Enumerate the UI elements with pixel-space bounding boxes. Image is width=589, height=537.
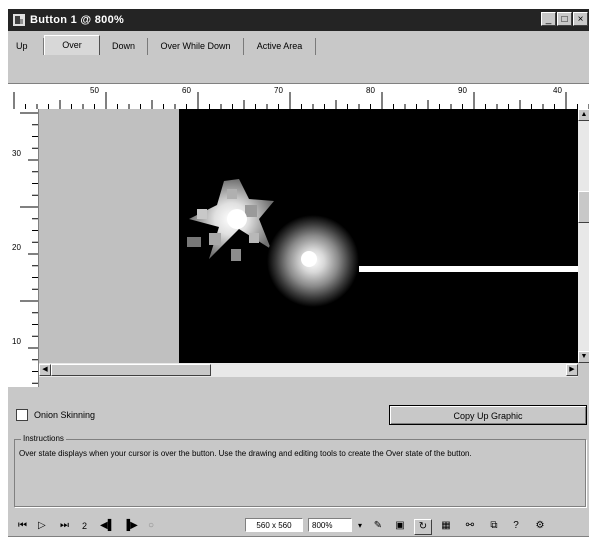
tab-down[interactable]: Down <box>100 38 148 55</box>
tab-over-while-down[interactable]: Over While Down <box>148 38 244 55</box>
ruler-label: 80 <box>366 86 375 95</box>
button-editor-window: Button 1 @ 800% _ □ × Up Over Down Over … <box>7 8 589 537</box>
horizontal-ruler: 50 60 70 80 90 40 <box>8 83 589 111</box>
close-button[interactable]: × <box>573 12 588 26</box>
ruler-label: 10 <box>12 337 21 346</box>
last-frame-icon[interactable]: ⏭ <box>60 519 69 533</box>
vertical-scroll-thumb[interactable] <box>578 191 589 223</box>
scroll-right-arrow-icon[interactable]: ▶ <box>566 364 578 376</box>
zoom-select[interactable]: 800% <box>308 518 352 532</box>
optimize-icon[interactable]: ▦ <box>438 519 454 533</box>
scroll-up-arrow-icon[interactable]: ▲ <box>578 109 589 121</box>
ruler-label: 30 <box>12 149 21 158</box>
instructions-text: Over state displays when your cursor is … <box>19 449 472 458</box>
chevron-down-icon[interactable]: ▾ <box>352 519 368 533</box>
tab-active-area[interactable]: Active Area <box>244 38 316 55</box>
window-controls: _ □ × <box>541 12 588 26</box>
bottom-toolbar: ⏮ ▷ ⏭ 2 ◀▌ ▐▶ ○ 560 x 560 800% ▾ ✎ ▣ ↻ ▦… <box>8 515 589 537</box>
first-frame-icon[interactable]: ⏮ <box>18 519 27 533</box>
title-bar[interactable]: Button 1 @ 800% _ □ × <box>8 9 589 31</box>
instructions-title: Instructions <box>21 434 66 443</box>
help-icon[interactable]: ? <box>508 519 524 533</box>
onion-skinning-option[interactable]: Onion Skinning <box>16 409 95 421</box>
onion-skinning-checkbox[interactable] <box>16 409 28 421</box>
horizontal-scroll-thumb[interactable] <box>51 364 211 376</box>
ruler-label: 90 <box>458 86 467 95</box>
pasteboard[interactable] <box>39 109 179 363</box>
loop-icon[interactable]: ○ <box>148 519 154 533</box>
library-icon[interactable]: ⧉ <box>486 519 502 533</box>
copy-up-graphic-button[interactable]: Copy Up Graphic <box>389 405 587 425</box>
minimize-button[interactable]: _ <box>541 12 556 26</box>
pencil-icon[interactable]: ✎ <box>370 519 386 533</box>
white-bar-shape <box>359 266 578 272</box>
canvas-stage[interactable] <box>179 109 578 363</box>
onion-skinning-label: Onion Skinning <box>34 410 96 420</box>
tab-up[interactable]: Up <box>8 38 44 55</box>
maximize-button[interactable]: □ <box>557 12 572 26</box>
next-frame-icon[interactable]: ▐▶ <box>123 519 138 533</box>
settings-icon[interactable]: ⚙ <box>532 519 548 533</box>
ruler-label: 60 <box>182 86 191 95</box>
link-icon[interactable]: ⚯ <box>462 519 478 533</box>
export-icon[interactable]: ▣ <box>392 519 408 533</box>
ruler-label: 40 <box>553 86 562 95</box>
state-tabs: Up Over Down Over While Down Active Area <box>8 33 316 55</box>
frame-number: 2 <box>82 521 88 531</box>
ruler-label: 20 <box>12 243 21 252</box>
quick-export-icon[interactable]: ↻ <box>414 519 432 535</box>
star-burst-shape <box>187 179 274 261</box>
tab-over[interactable]: Over <box>44 35 100 55</box>
scroll-left-arrow-icon[interactable]: ◀ <box>39 364 51 376</box>
horizontal-scrollbar[interactable]: ◀ ▶ <box>39 363 578 377</box>
prev-frame-icon[interactable]: ◀▌ <box>100 519 115 533</box>
instructions-group: Instructions Over state displays when yo… <box>14 434 586 507</box>
ruler-label: 50 <box>90 86 99 95</box>
button-artwork <box>187 179 578 307</box>
ruler-label: 70 <box>274 86 283 95</box>
glow-orb-core <box>301 251 317 267</box>
app-icon <box>13 14 25 26</box>
canvas-size-field[interactable]: 560 x 560 <box>245 518 303 532</box>
vertical-scrollbar[interactable]: ▲ ▼ <box>578 109 589 363</box>
scroll-down-arrow-icon[interactable]: ▼ <box>578 351 589 363</box>
window-title: Button 1 @ 800% <box>30 14 125 26</box>
vertical-ruler: 30 20 10 <box>8 109 39 387</box>
play-icon[interactable]: ▷ <box>38 519 46 533</box>
